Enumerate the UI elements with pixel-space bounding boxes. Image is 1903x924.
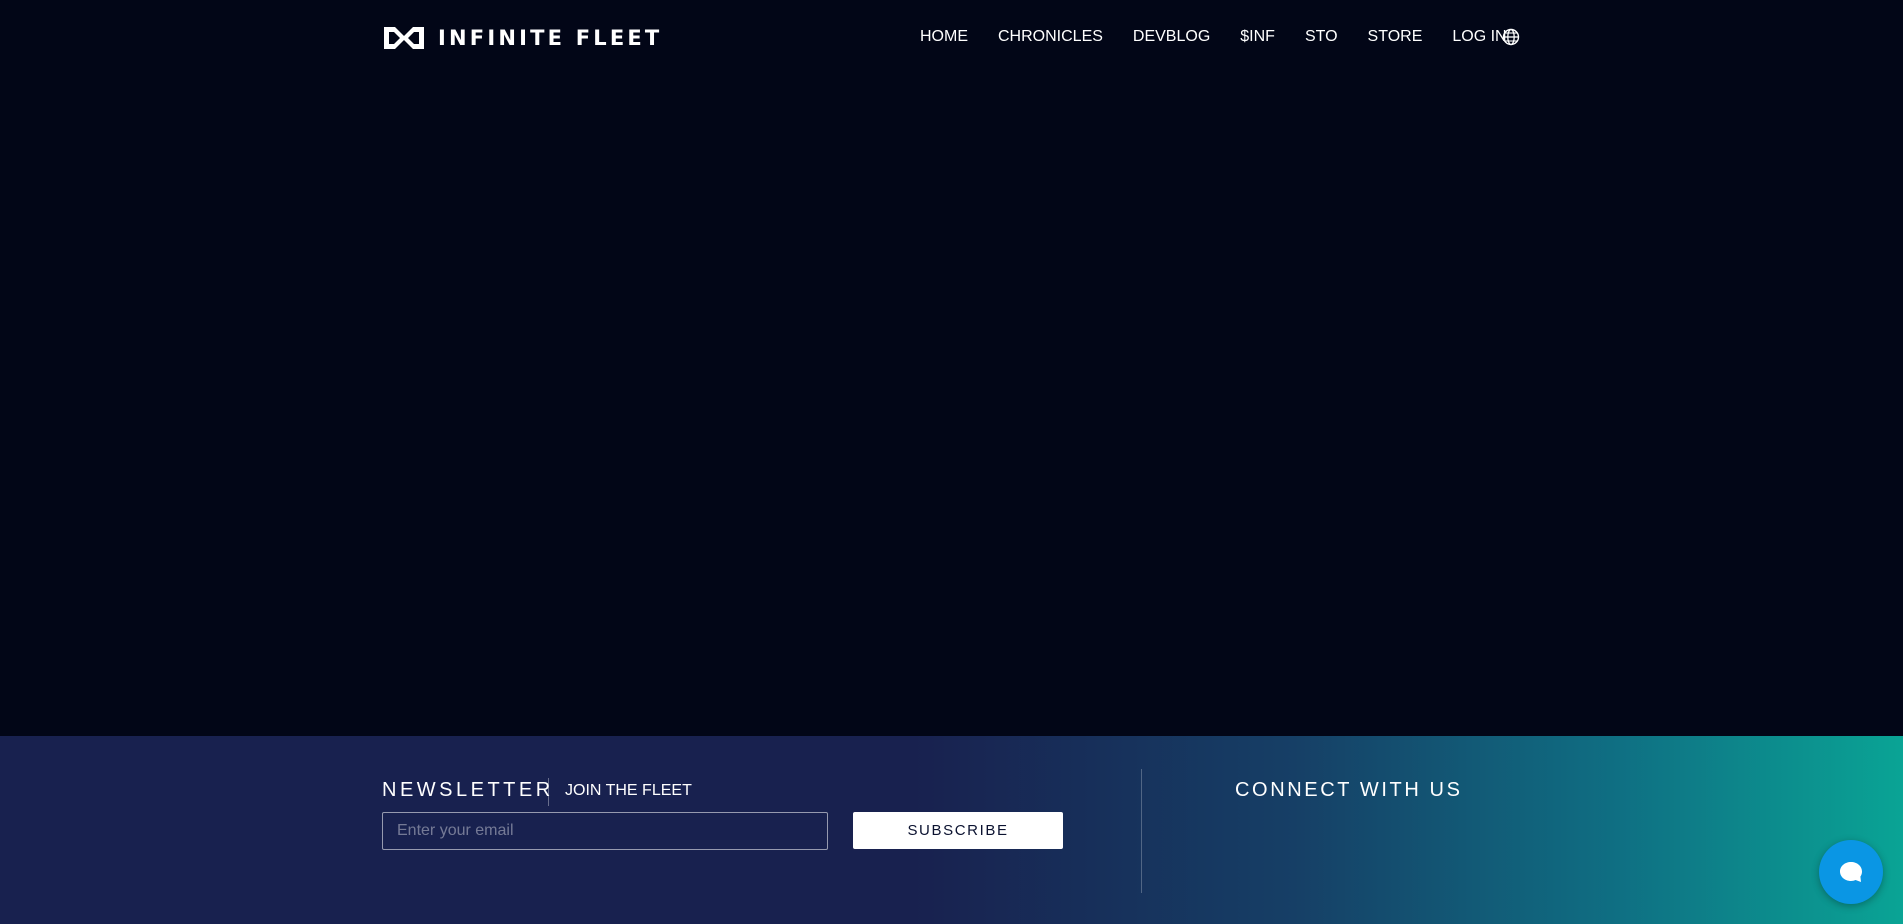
site-header: INFINITE FLEET HOME CHRONICLES DEVBLOG $…: [0, 0, 1903, 74]
nav-item-home[interactable]: HOME: [920, 26, 968, 48]
brand-logo[interactable]: INFINITE FLEET: [382, 25, 662, 51]
newsletter-title: NEWSLETTER: [382, 779, 554, 801]
chat-button[interactable]: [1819, 840, 1883, 904]
main-nav: HOME CHRONICLES DEVBLOG $INF STO STORE L…: [920, 26, 1537, 48]
nav-item-chronicles[interactable]: CHRONICLES: [998, 26, 1103, 48]
globe-icon[interactable]: [1502, 28, 1520, 46]
footer-divider: [1141, 769, 1142, 893]
nav-item-store[interactable]: STORE: [1368, 26, 1423, 48]
infinite-fleet-logo-icon: [384, 27, 424, 49]
hero-area: [0, 74, 1903, 736]
nav-item-login[interactable]: LOG IN: [1452, 26, 1506, 48]
chat-bubble-icon: [1840, 862, 1862, 882]
email-input[interactable]: [382, 812, 828, 850]
nav-item-devblog[interactable]: DEVBLOG: [1133, 26, 1210, 48]
page: INFINITE FLEET HOME CHRONICLES DEVBLOG $…: [0, 0, 1903, 924]
newsletter-separator: [548, 778, 549, 806]
newsletter-subtitle: JOIN THE FLEET: [565, 782, 692, 799]
site-footer: NEWSLETTER JOIN THE FLEET SUBSCRIBE CONN…: [0, 736, 1903, 924]
nav-item-sto[interactable]: STO: [1305, 26, 1338, 48]
connect-title: CONNECT WITH US: [1235, 779, 1463, 801]
brand-name: INFINITE FLEET: [438, 26, 663, 50]
subscribe-button[interactable]: SUBSCRIBE: [853, 812, 1063, 849]
nav-item-inf[interactable]: $INF: [1240, 26, 1275, 48]
